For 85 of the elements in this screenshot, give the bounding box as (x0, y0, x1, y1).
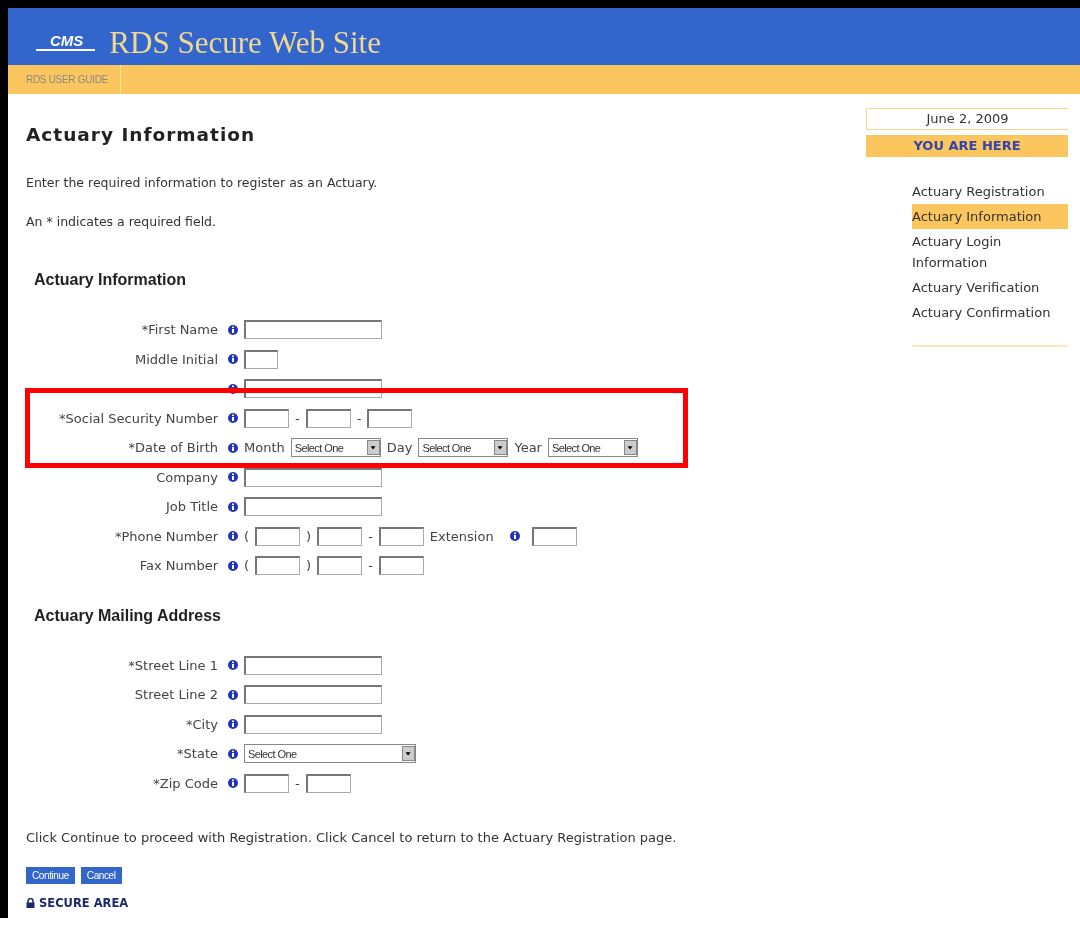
input-field[interactable] (255, 556, 301, 576)
field-text: ) (306, 528, 312, 544)
input-field[interactable] (367, 408, 413, 428)
info-icon (228, 501, 238, 512)
info-icon (228, 660, 238, 671)
field-label: *State (176, 746, 218, 762)
page-title: Actuary Information (26, 124, 257, 145)
site-title: RDS Secure Web Site (109, 24, 381, 62)
info-icon (228, 531, 238, 542)
field-text: Extension (429, 528, 494, 544)
field-text: - (295, 775, 300, 791)
info-icon (228, 324, 238, 335)
date-display: June 2, 2009 (866, 108, 1068, 130)
input-field[interactable] (305, 773, 351, 793)
field-text: Year (514, 440, 542, 456)
info-icon (228, 560, 238, 571)
field-text: - (368, 558, 373, 574)
field-label: *Zip Code (152, 775, 218, 791)
step-item: Actuary Registration (912, 183, 1046, 201)
step-item: Actuary Confirmation (912, 304, 1052, 322)
field-label: *City (185, 716, 218, 732)
field-label: *First Name (140, 322, 218, 338)
field-text: ( (244, 558, 250, 574)
input-field[interactable] (244, 773, 289, 793)
info-icon (228, 689, 238, 700)
field-text: - (368, 528, 373, 544)
field-label: *Street Line 1 (127, 657, 218, 673)
field-label: Middle Initial (133, 351, 218, 367)
field-label: Street Line 2 (133, 687, 218, 703)
secure-area-label: SECURE AREA (39, 896, 129, 910)
input-field[interactable] (378, 526, 424, 546)
intro-text: Enter the required information to register as an Actuary. (26, 175, 379, 190)
select-dropdown[interactable]: Select One (244, 744, 416, 764)
field-text: ) (306, 558, 312, 574)
field-label: *Phone Number (113, 528, 218, 544)
select-dropdown[interactable]: Select One (547, 438, 638, 458)
field-label: *Social Security Number (58, 410, 218, 426)
input-field[interactable] (244, 714, 382, 734)
info-icon (228, 413, 238, 424)
caret-icon (402, 746, 415, 762)
input-field[interactable] (531, 526, 577, 546)
input-field[interactable] (244, 320, 382, 340)
input-field[interactable] (255, 526, 301, 546)
step-item: Actuary Information (912, 204, 1068, 229)
caret-icon (623, 440, 637, 456)
input-field[interactable] (305, 408, 351, 428)
step-item: Actuary Login Information (912, 233, 1003, 272)
field-text: Month (244, 440, 285, 456)
info-icon (228, 442, 238, 453)
input-field[interactable] (244, 408, 289, 428)
form-button[interactable]: Cancel (80, 867, 122, 884)
select-dropdown[interactable]: Select One (290, 438, 381, 458)
field-label: Fax Number (138, 558, 218, 574)
info-icon (228, 719, 238, 730)
select-dropdown[interactable]: Select One (418, 438, 509, 458)
lock-icon (26, 898, 35, 908)
section-title: Actuary Mailing Address (34, 606, 222, 625)
step-item: Actuary Verification (912, 279, 1041, 297)
input-field[interactable] (244, 655, 382, 675)
input-field[interactable] (244, 349, 278, 369)
field-text: - (356, 410, 362, 426)
form-button[interactable]: Continue (26, 867, 75, 884)
input-field[interactable] (317, 526, 363, 546)
field-label: Job Title (164, 499, 218, 515)
required-note: An * indicates a required field. (26, 214, 217, 229)
info-icon (228, 748, 238, 759)
section-title: Actuary Information (34, 271, 187, 289)
input-field[interactable] (244, 685, 382, 705)
field-text: ( (244, 528, 250, 544)
caret-icon (366, 440, 380, 456)
field-label: Company (155, 469, 218, 485)
instructions-text: Click Continue to proceed with Registration. Click Cancel to return to the Actuary Registration page. (26, 830, 678, 845)
input-field[interactable] (317, 556, 363, 576)
input-field[interactable] (378, 556, 424, 576)
info-icon (509, 531, 520, 542)
field-text: Day (386, 440, 413, 456)
input-field[interactable] (244, 497, 382, 517)
info-icon (228, 354, 238, 365)
info-icon (228, 472, 238, 483)
caret-icon (494, 440, 508, 456)
info-icon (228, 778, 238, 789)
you-are-here-heading: YOU ARE HERE (866, 135, 1068, 157)
field-label: *Date of Birth (127, 440, 218, 456)
field-text: - (295, 410, 300, 426)
logo: CMS (36, 33, 96, 51)
